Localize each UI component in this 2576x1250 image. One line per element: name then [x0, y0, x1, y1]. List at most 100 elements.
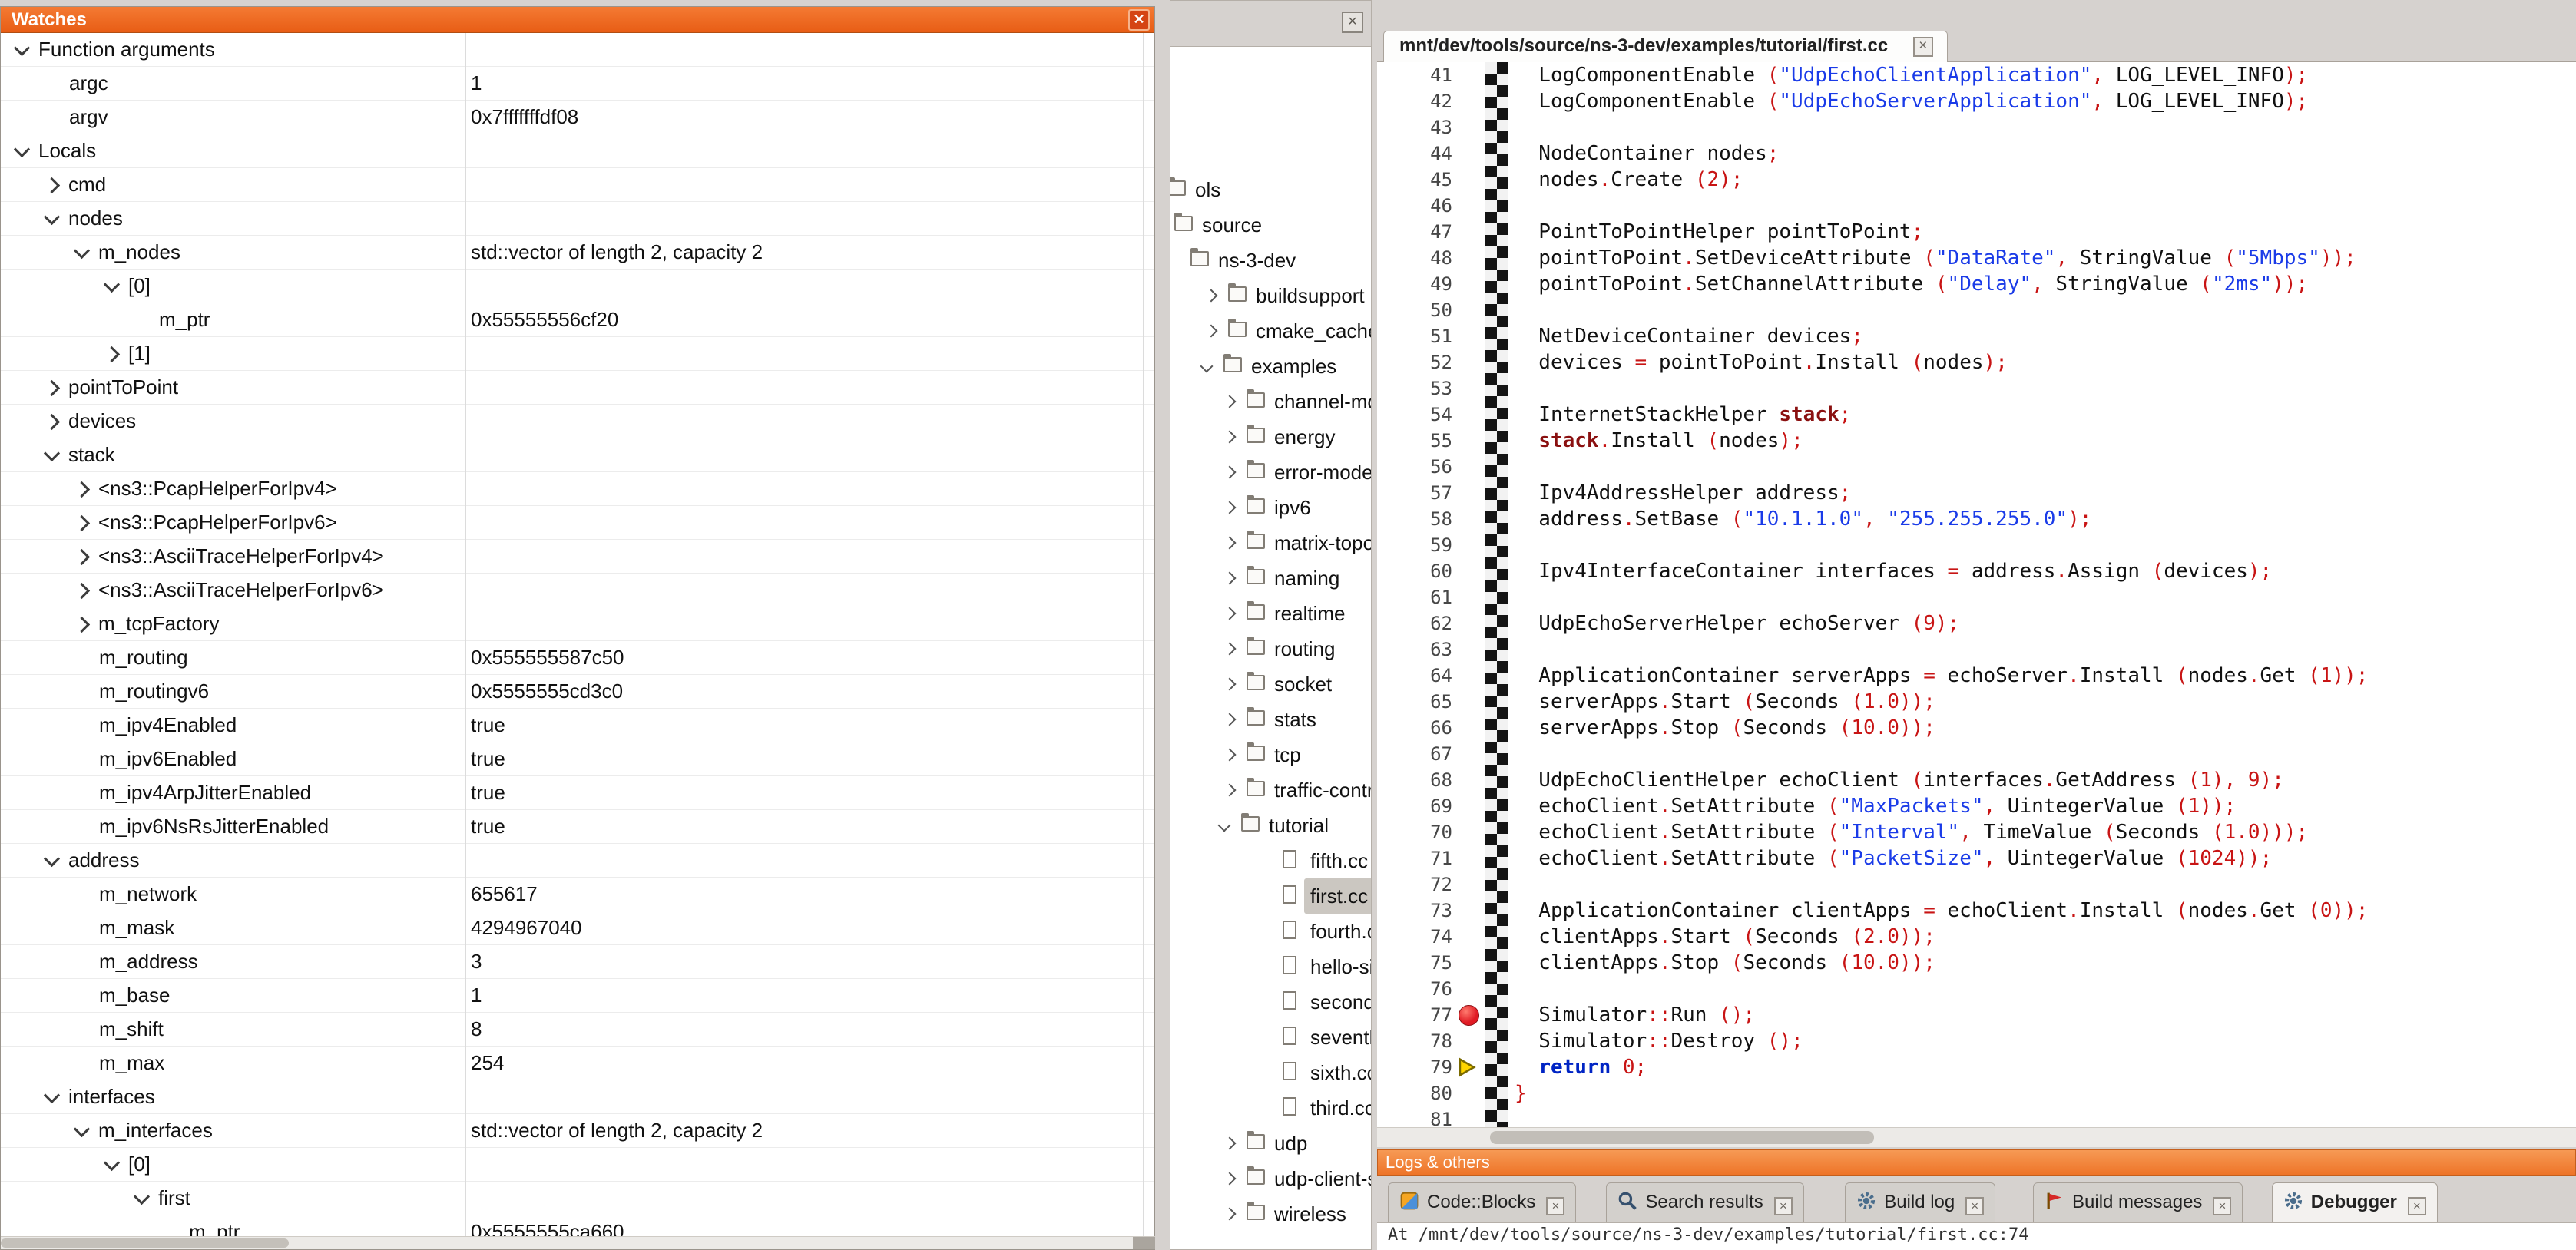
close-icon[interactable]: × [1342, 12, 1363, 33]
line-number[interactable]: 78 [1377, 1028, 1452, 1054]
line-number[interactable]: 48 [1377, 245, 1452, 271]
line-number[interactable]: 45 [1377, 167, 1452, 193]
watch-row[interactable]: devices [1, 405, 1154, 438]
watch-row[interactable]: stack [1, 438, 1154, 472]
watch-row[interactable]: m_ipv6Enabledtrue [1, 742, 1154, 776]
close-icon[interactable]: × [1774, 1197, 1793, 1215]
tree-item-fourth-cc[interactable]: fourth.cc [1170, 914, 1371, 949]
line-number[interactable]: 58 [1377, 506, 1452, 532]
tab-code-blocks[interactable]: Code::Blocks× [1388, 1182, 1576, 1222]
line-number[interactable]: 44 [1377, 141, 1452, 167]
watch-row[interactable]: m_ipv4ArpJitterEnabledtrue [1, 776, 1154, 810]
panel-splitter[interactable] [1372, 0, 1377, 1250]
line-number[interactable]: 66 [1377, 715, 1452, 741]
tree-item-stats[interactable]: stats [1170, 702, 1371, 737]
close-icon[interactable]: × [2408, 1197, 2426, 1215]
breakpoint-icon[interactable] [1459, 1005, 1479, 1026]
tree-item-hello-simul[interactable]: hello-simul [1170, 949, 1371, 984]
tree-item-naming[interactable]: naming [1170, 561, 1371, 596]
line-number[interactable]: 69 [1377, 793, 1452, 819]
line-number[interactable]: 68 [1377, 767, 1452, 793]
collapse-icon[interactable] [44, 445, 60, 461]
watch-row[interactable]: m_max254 [1, 1047, 1154, 1080]
close-icon[interactable]: × [1546, 1197, 1564, 1215]
watch-row[interactable]: [0] [1, 1148, 1154, 1182]
line-number[interactable]: 55 [1377, 428, 1452, 454]
line-number[interactable]: 70 [1377, 819, 1452, 845]
tree-item-ns-3-dev[interactable]: ns-3-dev [1170, 243, 1371, 278]
line-number[interactable]: 71 [1377, 845, 1452, 871]
watch-row[interactable]: <ns3::PcapHelperForIpv4> [1, 472, 1154, 506]
collapse-icon[interactable] [14, 40, 30, 56]
line-number[interactable]: 79 [1377, 1054, 1452, 1080]
expand-icon[interactable] [1223, 1172, 1237, 1186]
watch-row[interactable]: first [1, 1182, 1154, 1215]
tree-item-traffic-contro[interactable]: traffic-contro [1170, 772, 1371, 808]
watch-row[interactable]: argv0x7fffffffdf08 [1, 101, 1154, 134]
watches-horizontal-scrollbar[interactable] [1, 1236, 1156, 1249]
expand-icon[interactable] [74, 515, 90, 531]
line-number[interactable]: 49 [1377, 271, 1452, 297]
expand-icon[interactable] [74, 617, 90, 633]
resize-grip[interactable] [1133, 1237, 1156, 1249]
line-number[interactable]: 60 [1377, 558, 1452, 584]
watch-row[interactable]: cmd [1, 168, 1154, 202]
tree-item-ols[interactable]: ols [1170, 172, 1371, 207]
collapse-icon[interactable] [134, 1189, 150, 1205]
expand-icon[interactable] [74, 481, 90, 498]
line-number[interactable]: 73 [1377, 898, 1452, 924]
expand-icon[interactable] [1223, 713, 1237, 726]
watch-row[interactable]: nodes [1, 202, 1154, 236]
expand-icon[interactable] [1223, 784, 1237, 797]
tree-item-cmake-cache[interactable]: cmake_cache [1170, 313, 1371, 349]
watch-row[interactable]: m_interfacesstd::vector of length 2, cap… [1, 1114, 1154, 1148]
expand-icon[interactable] [1223, 431, 1237, 444]
tab-build-log[interactable]: Build log× [1845, 1182, 1995, 1222]
watch-row[interactable]: m_nodesstd::vector of length 2, capacity… [1, 236, 1154, 270]
expand-icon[interactable] [1223, 1137, 1237, 1150]
watch-row[interactable]: m_ipv6NsRsJitterEnabledtrue [1, 810, 1154, 844]
collapse-icon[interactable] [1200, 360, 1214, 373]
expand-icon[interactable] [44, 380, 60, 396]
tree-item-matrix-topolo[interactable]: matrix-topolo [1170, 525, 1371, 561]
close-icon[interactable]: × [1965, 1197, 1984, 1215]
tree-item-routing[interactable]: routing [1170, 631, 1371, 666]
tree-item-fifth-cc[interactable]: fifth.cc [1170, 843, 1371, 878]
collapse-icon[interactable] [44, 1087, 60, 1103]
expand-icon[interactable] [1205, 325, 1218, 338]
line-number[interactable]: 62 [1377, 610, 1452, 637]
line-number[interactable]: 59 [1377, 532, 1452, 558]
expand-icon[interactable] [1223, 466, 1237, 479]
line-number[interactable]: 53 [1377, 375, 1452, 402]
line-number[interactable]: 57 [1377, 480, 1452, 506]
watch-row[interactable]: address [1, 844, 1154, 878]
line-number[interactable]: 41 [1377, 62, 1452, 88]
collapse-icon[interactable] [1218, 819, 1231, 832]
tree-item-seventh-cc[interactable]: seventh.cc [1170, 1020, 1371, 1055]
watch-row[interactable]: [1] [1, 337, 1154, 371]
line-number[interactable]: 42 [1377, 88, 1452, 114]
line-number[interactable]: 51 [1377, 323, 1452, 349]
close-icon[interactable]: × [1913, 37, 1933, 57]
watch-row[interactable]: interfaces [1, 1080, 1154, 1114]
tab-build-messages[interactable]: Build messages× [2033, 1182, 2243, 1222]
watch-row[interactable]: [0] [1, 270, 1154, 303]
tree-item-source[interactable]: source [1170, 207, 1371, 243]
expand-icon[interactable] [1205, 289, 1218, 303]
tree-item-first-cc[interactable]: first.cc [1170, 878, 1371, 914]
code-area[interactable]: 41 LogComponentEnable ("UdpEchoClientApp… [1377, 62, 2576, 1127]
watch-row[interactable]: <ns3::AsciiTraceHelperForIpv4> [1, 540, 1154, 574]
tree-item-second-cc[interactable]: second.cc [1170, 984, 1371, 1020]
line-number[interactable]: 74 [1377, 924, 1452, 950]
line-number[interactable]: 65 [1377, 689, 1452, 715]
tree-item-buildsupport[interactable]: buildsupport [1170, 278, 1371, 313]
watch-row[interactable]: m_tcpFactory [1, 607, 1154, 641]
line-number[interactable]: 77 [1377, 1002, 1452, 1028]
scrollbar-thumb[interactable] [1490, 1131, 1874, 1144]
watch-row[interactable]: <ns3::AsciiTraceHelperForIpv6> [1, 574, 1154, 607]
expand-icon[interactable] [74, 583, 90, 599]
watch-row[interactable]: pointToPoint [1, 371, 1154, 405]
tree-item-third-cc[interactable]: third.cc [1170, 1090, 1371, 1126]
watch-row[interactable]: m_mask4294967040 [1, 911, 1154, 945]
tab-debugger[interactable]: Debugger× [2272, 1182, 2438, 1222]
